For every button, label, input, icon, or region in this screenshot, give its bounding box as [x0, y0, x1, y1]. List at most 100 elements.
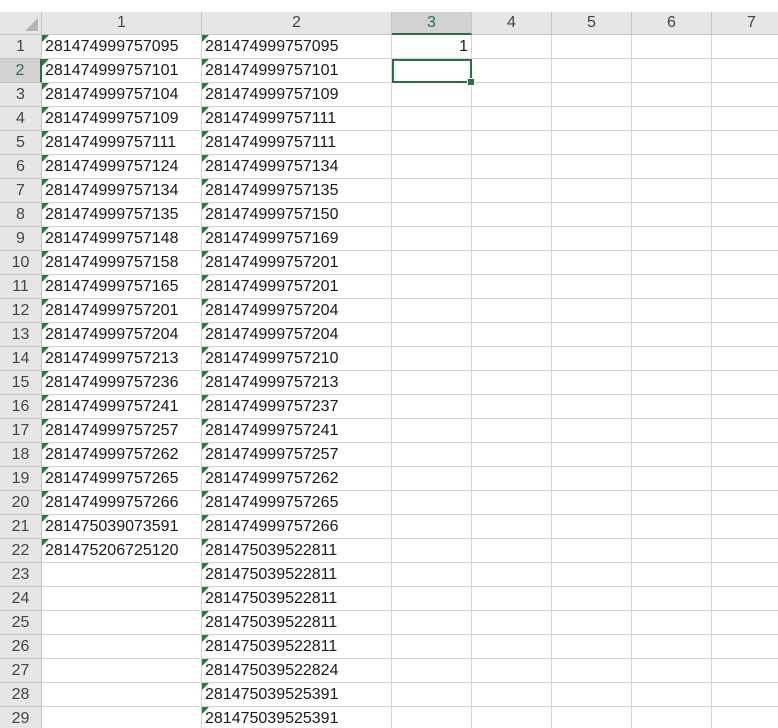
cell-r28-c4[interactable] [472, 683, 552, 707]
cell-r8-c6[interactable] [632, 203, 712, 227]
cell-r21-c1[interactable]: 281475039073591 [42, 515, 202, 539]
cell-r8-c5[interactable] [552, 203, 632, 227]
cell-r22-c3[interactable] [392, 539, 472, 563]
cell-r12-c2[interactable]: 281474999757204 [202, 299, 392, 323]
cell-r24-c5[interactable] [552, 587, 632, 611]
cell-r27-c1[interactable] [42, 659, 202, 683]
cell-r27-c2[interactable]: 281475039522824 [202, 659, 392, 683]
cell-r28-c1[interactable] [42, 683, 202, 707]
cell-r29-c6[interactable] [632, 707, 712, 728]
cell-r20-c2[interactable]: 281474999757265 [202, 491, 392, 515]
cell-r17-c1[interactable]: 281474999757257 [42, 419, 202, 443]
cell-r11-c1[interactable]: 281474999757165 [42, 275, 202, 299]
cell-r14-c7[interactable] [712, 347, 778, 371]
row-header-7[interactable]: 7 [0, 179, 42, 203]
row-header-11[interactable]: 11 [0, 275, 42, 299]
cell-r14-c1[interactable]: 281474999757213 [42, 347, 202, 371]
cell-r21-c3[interactable] [392, 515, 472, 539]
cell-r20-c1[interactable]: 281474999757266 [42, 491, 202, 515]
cell-r20-c4[interactable] [472, 491, 552, 515]
row-header-20[interactable]: 20 [0, 491, 42, 515]
column-header-6[interactable]: 6 [632, 12, 712, 35]
cell-r7-c2[interactable]: 281474999757135 [202, 179, 392, 203]
cell-r14-c6[interactable] [632, 347, 712, 371]
row-header-22[interactable]: 22 [0, 539, 42, 563]
cell-r9-c5[interactable] [552, 227, 632, 251]
cell-r4-c1[interactable]: 281474999757109 [42, 107, 202, 131]
cell-r22-c5[interactable] [552, 539, 632, 563]
cell-r14-c2[interactable]: 281474999757210 [202, 347, 392, 371]
cell-r6-c1[interactable]: 281474999757124 [42, 155, 202, 179]
cell-r12-c3[interactable] [392, 299, 472, 323]
cell-r9-c6[interactable] [632, 227, 712, 251]
cell-r7-c6[interactable] [632, 179, 712, 203]
cell-r10-c5[interactable] [552, 251, 632, 275]
cell-r5-c2[interactable]: 281474999757111 [202, 131, 392, 155]
cell-r2-c6[interactable] [632, 59, 712, 83]
cell-r1-c2[interactable]: 281474999757095 [202, 35, 392, 59]
cell-r7-c5[interactable] [552, 179, 632, 203]
cell-r24-c6[interactable] [632, 587, 712, 611]
cell-r9-c1[interactable]: 281474999757148 [42, 227, 202, 251]
cell-r27-c7[interactable] [712, 659, 778, 683]
row-header-23[interactable]: 23 [0, 563, 42, 587]
cell-r18-c7[interactable] [712, 443, 778, 467]
cell-r4-c6[interactable] [632, 107, 712, 131]
cell-r6-c7[interactable] [712, 155, 778, 179]
row-header-16[interactable]: 16 [0, 395, 42, 419]
row-header-26[interactable]: 26 [0, 635, 42, 659]
cell-r17-c4[interactable] [472, 419, 552, 443]
cell-r13-c5[interactable] [552, 323, 632, 347]
column-header-3[interactable]: 3 [392, 12, 472, 35]
cell-r22-c1[interactable]: 281475206725120 [42, 539, 202, 563]
cell-r4-c3[interactable] [392, 107, 472, 131]
row-header-2[interactable]: 2 [0, 59, 42, 83]
cell-r1-c1[interactable]: 281474999757095 [42, 35, 202, 59]
cell-r16-c7[interactable] [712, 395, 778, 419]
cell-r17-c7[interactable] [712, 419, 778, 443]
cell-r22-c6[interactable] [632, 539, 712, 563]
cell-r16-c5[interactable] [552, 395, 632, 419]
cell-r15-c6[interactable] [632, 371, 712, 395]
row-header-1[interactable]: 1 [0, 35, 42, 59]
cell-r29-c3[interactable] [392, 707, 472, 728]
cell-r22-c2[interactable]: 281475039522811 [202, 539, 392, 563]
cell-r11-c2[interactable]: 281474999757201 [202, 275, 392, 299]
cell-r5-c3[interactable] [392, 131, 472, 155]
cell-r17-c6[interactable] [632, 419, 712, 443]
cell-r9-c3[interactable] [392, 227, 472, 251]
cell-r22-c7[interactable] [712, 539, 778, 563]
row-header-13[interactable]: 13 [0, 323, 42, 347]
cell-r23-c1[interactable] [42, 563, 202, 587]
cell-r28-c7[interactable] [712, 683, 778, 707]
cell-r18-c4[interactable] [472, 443, 552, 467]
column-header-1[interactable]: 1 [42, 12, 202, 35]
cell-r23-c6[interactable] [632, 563, 712, 587]
cell-r28-c3[interactable] [392, 683, 472, 707]
cell-r25-c1[interactable] [42, 611, 202, 635]
cell-r15-c5[interactable] [552, 371, 632, 395]
cell-r12-c4[interactable] [472, 299, 552, 323]
cell-r20-c5[interactable] [552, 491, 632, 515]
cell-r18-c3[interactable] [392, 443, 472, 467]
cell-r12-c7[interactable] [712, 299, 778, 323]
row-header-29[interactable]: 29 [0, 707, 42, 728]
cell-r14-c5[interactable] [552, 347, 632, 371]
cell-r6-c3[interactable] [392, 155, 472, 179]
row-header-6[interactable]: 6 [0, 155, 42, 179]
cell-r10-c1[interactable]: 281474999757158 [42, 251, 202, 275]
cell-r2-c7[interactable] [712, 59, 778, 83]
row-header-21[interactable]: 21 [0, 515, 42, 539]
row-header-12[interactable]: 12 [0, 299, 42, 323]
cell-r27-c3[interactable] [392, 659, 472, 683]
cell-r26-c2[interactable]: 281475039522811 [202, 635, 392, 659]
cell-r2-c2[interactable]: 281474999757101 [202, 59, 392, 83]
cell-r27-c4[interactable] [472, 659, 552, 683]
cell-r28-c6[interactable] [632, 683, 712, 707]
cell-r5-c5[interactable] [552, 131, 632, 155]
row-header-4[interactable]: 4 [0, 107, 42, 131]
cell-r13-c3[interactable] [392, 323, 472, 347]
cell-r18-c5[interactable] [552, 443, 632, 467]
cell-r24-c2[interactable]: 281475039522811 [202, 587, 392, 611]
cell-r2-c5[interactable] [552, 59, 632, 83]
